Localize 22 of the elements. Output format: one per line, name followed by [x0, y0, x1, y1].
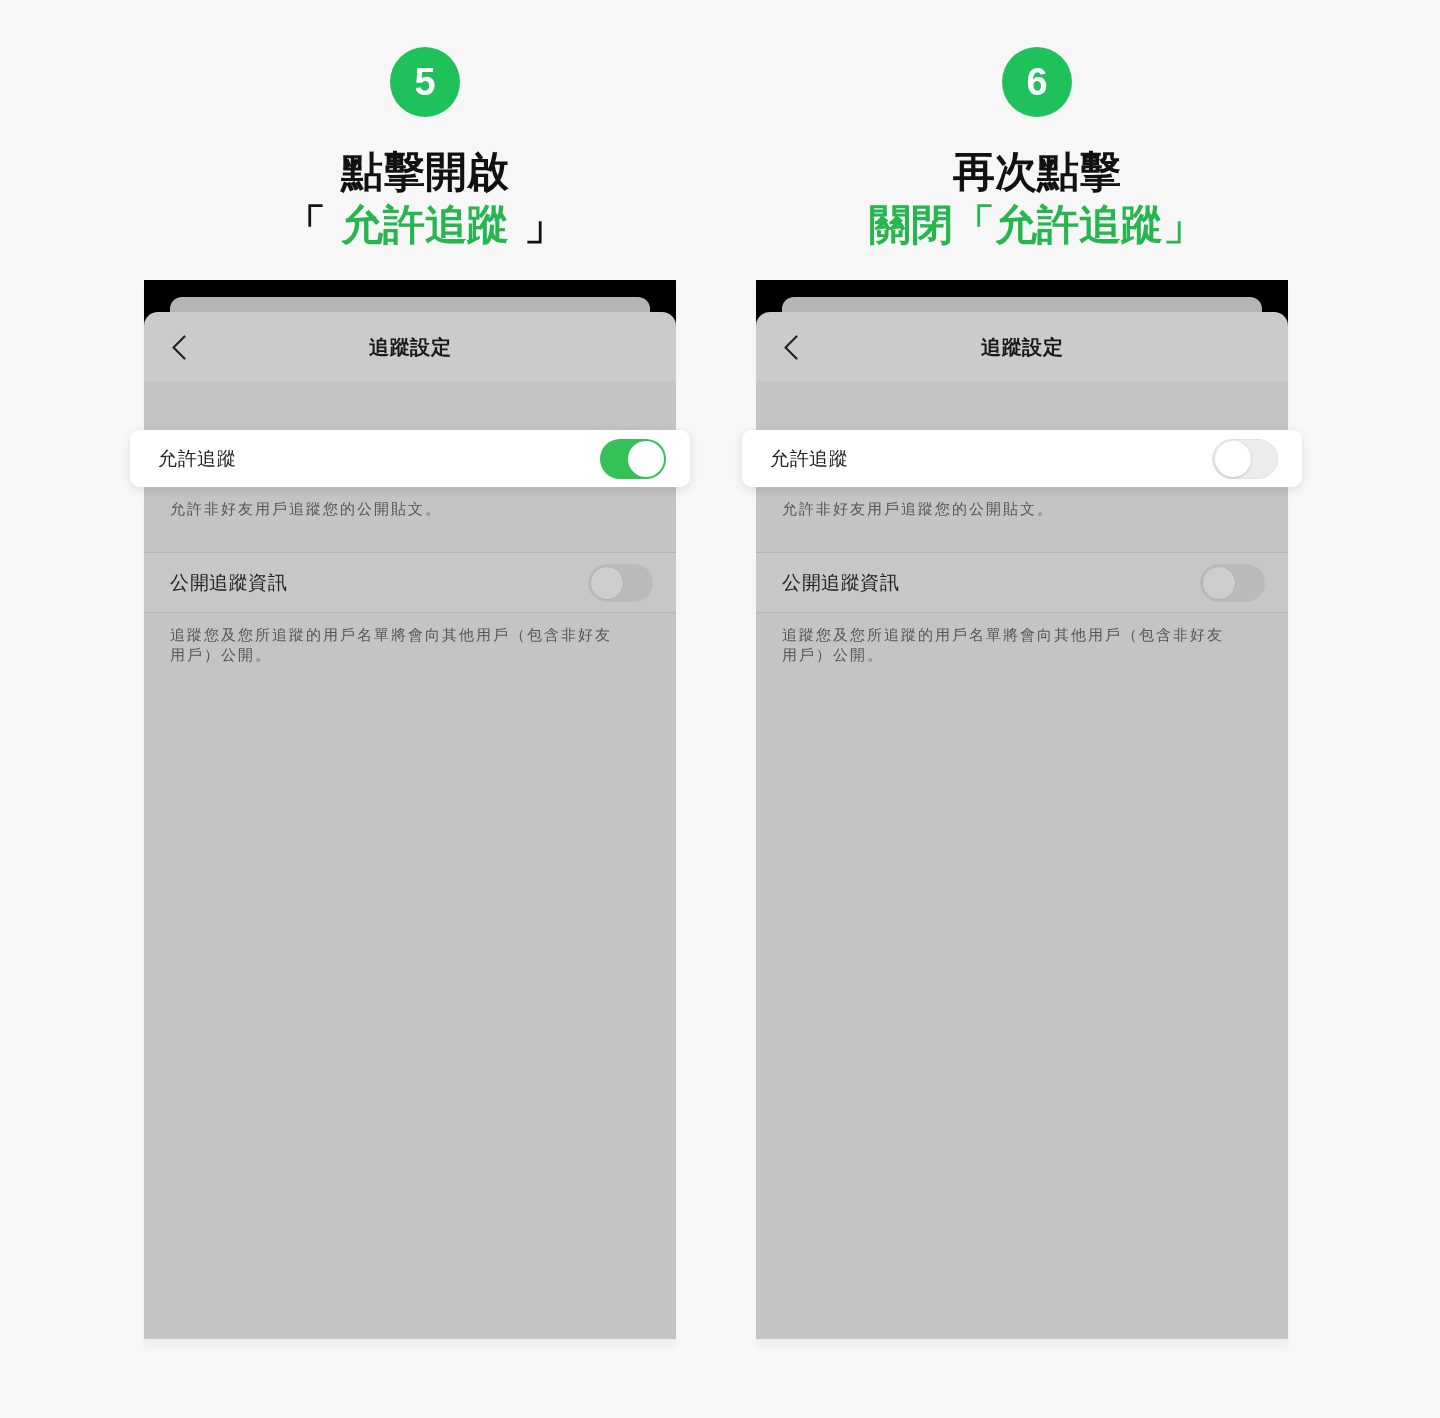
setting-description: 追蹤您及您所追蹤的用戶名單將會向其他用戶（包含非好友用戶）公開。 [170, 625, 613, 665]
step-number: 5 [390, 47, 460, 117]
setting-label: 允許追蹤 [770, 445, 849, 471]
heading-line: 「 允許追蹤 」 [284, 199, 566, 251]
step-number: 6 [1002, 47, 1072, 117]
toggle-switch[interactable] [1212, 438, 1278, 479]
heading-line: 再次點擊 [953, 146, 1121, 198]
setting-description: 允許非好友用戶追蹤您的公開貼文。 [782, 499, 1055, 519]
setting-description: 追蹤您及您所追蹤的用戶名單將會向其他用戶（包含非好友用戶）公開。 [782, 625, 1225, 665]
heading-line: 點擊開啟 [341, 146, 509, 198]
back-icon[interactable] [172, 334, 186, 360]
screen-title: 追蹤設定 [369, 333, 451, 361]
heading-line: 關閉「允許追蹤」 [869, 199, 1205, 251]
toggle-switch[interactable] [1200, 563, 1265, 602]
setting-description: 允許非好友用戶追蹤您的公開貼文。 [170, 499, 443, 519]
back-icon[interactable] [784, 334, 798, 360]
toggle-switch[interactable] [588, 563, 653, 602]
toggle-switch[interactable] [600, 438, 666, 479]
screen-title: 追蹤設定 [981, 333, 1063, 361]
setting-label: 允許追蹤 [158, 445, 237, 471]
setting-label: 公開追蹤資訊 [782, 569, 900, 595]
setting-label: 公開追蹤資訊 [170, 569, 288, 595]
